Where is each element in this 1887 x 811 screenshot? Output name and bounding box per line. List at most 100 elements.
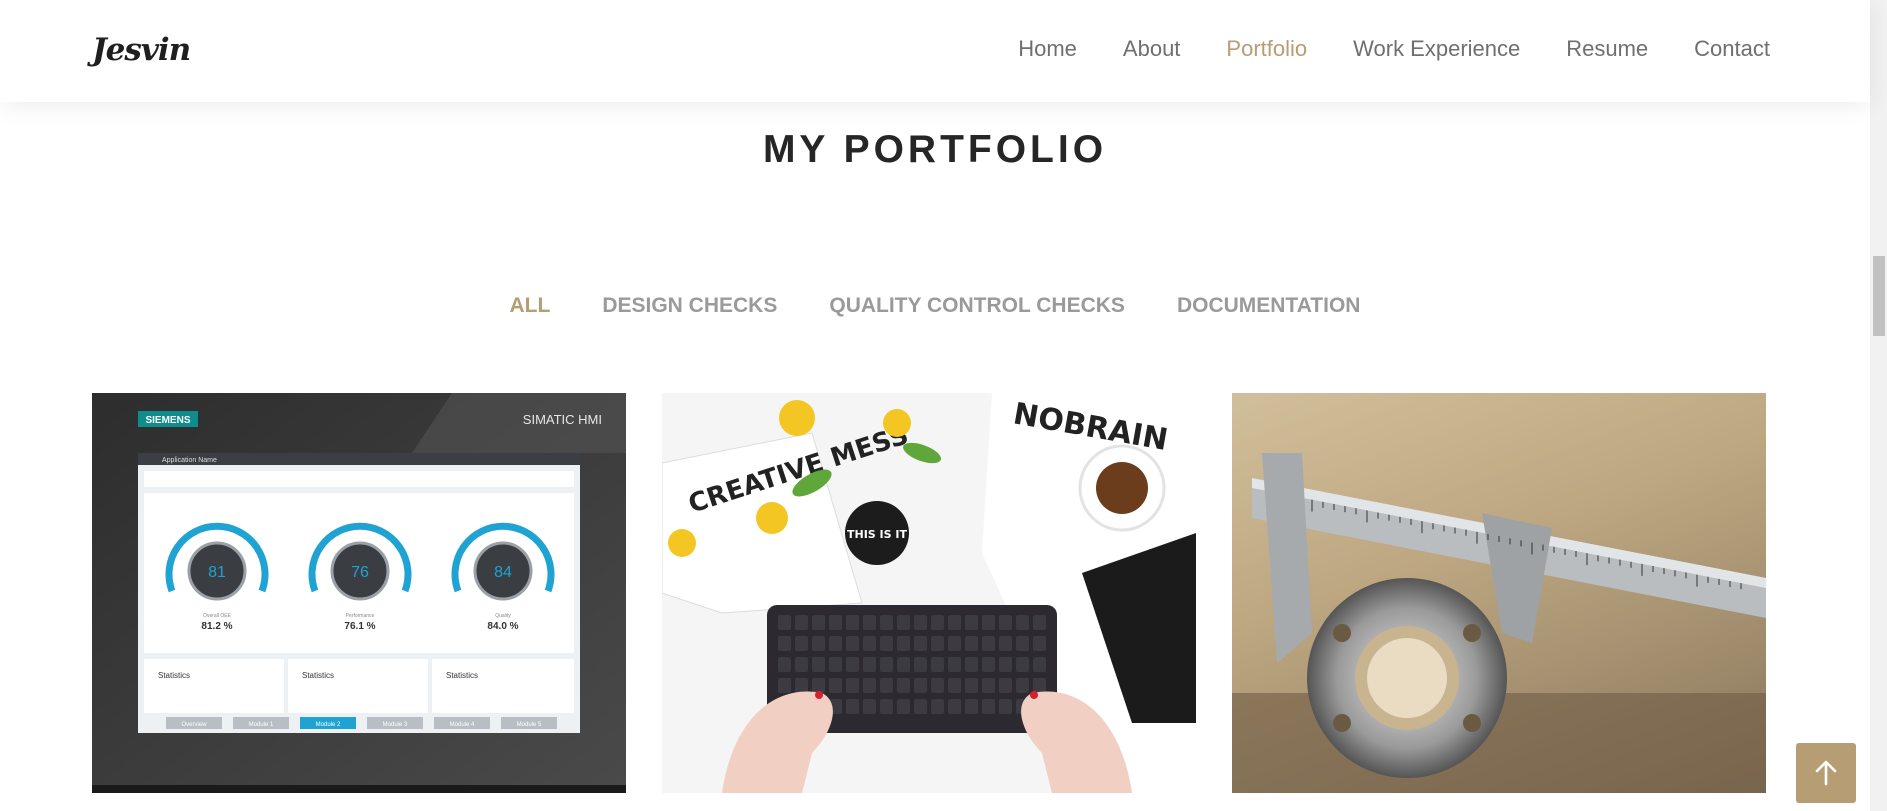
keyboard-key <box>948 678 961 693</box>
keyboard-key <box>812 657 825 672</box>
keyboard-key <box>931 699 944 714</box>
keyboard-key <box>931 615 944 630</box>
keyboard-key <box>914 615 927 630</box>
keyboard-key <box>795 615 808 630</box>
arrow-up-icon <box>1815 760 1837 786</box>
keyboard-key <box>778 636 791 651</box>
site-header: Jesvin Home About Portfolio Work Experie… <box>0 0 1870 102</box>
nav-resume[interactable]: Resume <box>1566 36 1648 62</box>
keyboard-key <box>897 636 910 651</box>
keyboard-key <box>829 636 842 651</box>
keyboard-key <box>880 657 893 672</box>
keyboard-key <box>1033 657 1046 672</box>
keyboard-key <box>897 678 910 693</box>
keyboard-key <box>778 657 791 672</box>
keyboard-key <box>1016 615 1029 630</box>
keyboard-key <box>1033 615 1046 630</box>
hmi-image: SIEMENS SIMATIC HMI Application Name 81 O… <box>92 393 626 793</box>
hmi-tab-label: Module 3 <box>383 722 408 728</box>
hmi-product: SIMATIC HMI <box>523 412 602 427</box>
keyboard-key <box>880 678 893 693</box>
nav-portfolio[interactable]: Portfolio <box>1226 36 1307 62</box>
hmi-gauge-label: Overall OEE <box>203 613 231 619</box>
hmi-tab-label: Module 5 <box>517 722 542 728</box>
keyboard-key <box>795 657 808 672</box>
keyboard-key <box>846 615 859 630</box>
hmi-gauge-value: 81 <box>208 564 226 581</box>
portfolio-item-caliper[interactable] <box>1232 393 1766 793</box>
nav-home[interactable]: Home <box>1018 36 1077 62</box>
filter-design-checks[interactable]: DESIGN CHECKS <box>602 294 777 318</box>
hmi-stat-1: Statistics <box>158 671 190 680</box>
main-nav: Home About Portfolio Work Experience Res… <box>972 36 1770 62</box>
keyboard-key <box>846 657 859 672</box>
portfolio-item-desk[interactable]: CREATIVE MESS NOBRAIN THIS IS IT <box>662 393 1196 793</box>
hmi-app-name: Application Name <box>162 457 217 464</box>
keyboard-key <box>965 615 978 630</box>
keyboard-key <box>931 678 944 693</box>
portfolio-filters: ALL DESIGN CHECKS QUALITY CONTROL CHECKS… <box>0 294 1870 318</box>
keyboard-key <box>863 678 876 693</box>
portfolio-item-hmi[interactable]: SIEMENS SIMATIC HMI Application Name 81 O… <box>92 393 626 793</box>
desk-text-b: THIS IS IT <box>847 528 907 541</box>
keyboard-key <box>931 657 944 672</box>
site-logo[interactable]: Jesvin <box>92 32 191 68</box>
keyboard-key <box>863 699 876 714</box>
nav-about[interactable]: About <box>1123 36 1181 62</box>
keyboard-key <box>812 636 825 651</box>
nav-contact[interactable]: Contact <box>1694 36 1770 62</box>
keyboard-key <box>897 615 910 630</box>
keyboard-key <box>795 636 808 651</box>
keyboard-key <box>982 699 995 714</box>
filter-documentation[interactable]: DOCUMENTATION <box>1177 294 1361 318</box>
keyboard-key <box>897 699 910 714</box>
keyboard-key <box>999 699 1012 714</box>
filter-all[interactable]: ALL <box>510 294 551 318</box>
desk-image: CREATIVE MESS NOBRAIN THIS IS IT <box>662 393 1196 793</box>
keyboard-key <box>846 636 859 651</box>
keyboard-key <box>880 636 893 651</box>
keyboard-key <box>1016 636 1029 651</box>
keyboard-key <box>999 636 1012 651</box>
keyboard-key <box>880 615 893 630</box>
keyboard-key <box>931 636 944 651</box>
keyboard-key <box>965 636 978 651</box>
keyboard-key <box>829 615 842 630</box>
hmi-gauge-label: Performance <box>346 613 375 619</box>
nav-work-experience[interactable]: Work Experience <box>1353 36 1520 62</box>
hmi-brand: SIEMENS <box>145 415 190 426</box>
keyboard-key <box>914 699 927 714</box>
keyboard-key <box>914 636 927 651</box>
back-to-top-button[interactable] <box>1796 743 1856 803</box>
hmi-tab-label: Module 4 <box>450 722 475 728</box>
keyboard-key <box>846 678 859 693</box>
keyboard-key <box>965 657 978 672</box>
keyboard-key <box>948 615 961 630</box>
scrollbar-thumb[interactable] <box>1873 256 1885 336</box>
keyboard-key <box>778 615 791 630</box>
keyboard-key <box>982 636 995 651</box>
keyboard-key <box>1033 636 1046 651</box>
hmi-stat-2: Statistics <box>302 671 334 680</box>
page-scrollbar[interactable] <box>1870 0 1887 811</box>
hmi-tab-label: Overview <box>181 722 207 728</box>
hmi-stat-3: Statistics <box>446 671 478 680</box>
keyboard-key <box>812 615 825 630</box>
keyboard-key <box>897 657 910 672</box>
keyboard-key <box>948 657 961 672</box>
hmi-gauge-label: Quality <box>495 613 511 619</box>
keyboard-key <box>880 699 893 714</box>
keyboard-key <box>982 657 995 672</box>
keyboard-key <box>1033 678 1046 693</box>
keyboard-key <box>982 615 995 630</box>
keyboard-key <box>914 678 927 693</box>
keyboard-key <box>812 678 825 693</box>
keyboard-key <box>948 699 961 714</box>
keyboard-key <box>863 615 876 630</box>
keyboard-key <box>965 678 978 693</box>
hmi-gauge-percent: 81.2 % <box>201 621 232 632</box>
caliper-image <box>1232 393 1766 793</box>
hmi-gauge-percent: 84.0 % <box>487 621 518 632</box>
keyboard-key <box>948 636 961 651</box>
filter-quality-control-checks[interactable]: QUALITY CONTROL CHECKS <box>829 294 1125 318</box>
